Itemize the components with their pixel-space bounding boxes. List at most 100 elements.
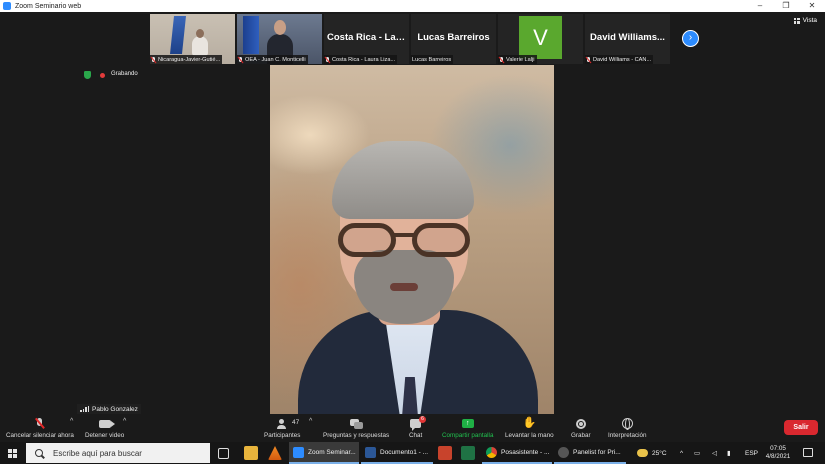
minimize-button[interactable]: –	[747, 0, 773, 12]
participant-thumb-valerie[interactable]: V Valerie Lalji	[498, 14, 583, 64]
audio-options-caret-icon[interactable]: ^	[70, 418, 73, 425]
title-bar: Zoom Seminario web – ❐ ✕	[0, 0, 825, 12]
chat-label: Chat	[409, 432, 423, 439]
record-button[interactable]: Grabar	[571, 417, 591, 439]
taskbar-app-zoom[interactable]: Zoom Seminar...	[289, 442, 359, 464]
active-speaker-name: Pablo Gonzalez	[92, 405, 138, 413]
chevron-right-icon: ›	[688, 32, 693, 43]
input-language[interactable]: ESP	[745, 442, 758, 464]
file-explorer-icon[interactable]	[244, 446, 258, 460]
share-screen-button[interactable]: ↑ Compartir pantalla	[442, 417, 493, 439]
chat-unread-badge: 6	[419, 416, 426, 423]
mic-muted-icon	[586, 56, 591, 63]
recording-icon	[100, 73, 105, 78]
unmute-label: Cancelar silenciar ahora	[6, 432, 74, 439]
participant-name-tag: Lucas Barreiros	[411, 55, 454, 64]
unmute-button[interactable]: Cancelar silenciar ahora	[6, 417, 74, 439]
view-button[interactable]: Vista	[793, 17, 817, 24]
search-icon	[35, 449, 43, 457]
record-label: Grabar	[571, 432, 591, 439]
zoom-logo-icon	[3, 2, 11, 10]
speaker-volume-icon[interactable]: ◁	[712, 442, 717, 464]
stop-video-button[interactable]: Detener video	[85, 417, 124, 439]
weather-temperature: 25°C	[652, 449, 667, 457]
taskbar-app-chrome[interactable]: Posasistente - ...	[482, 442, 552, 464]
participant-thumb-oea[interactable]: OEA - Juan C. Monticelli	[237, 14, 322, 64]
taskbar-search-placeholder: Escribe aquí para buscar	[53, 448, 142, 458]
raise-hand-label: Levantar la mano	[505, 432, 554, 439]
active-speaker-name-tag: Pablo Gonzalez	[77, 404, 141, 414]
system-clock[interactable]: 07:05 4/8/2021	[760, 445, 796, 461]
participant-thumb-costa-rica[interactable]: Costa Rica - Lau... Costa Rica - Laura L…	[324, 14, 409, 64]
participant-name: Costa Rica - Laura Liza...	[332, 56, 396, 63]
maximize-button[interactable]: ❐	[773, 0, 799, 12]
globe-icon	[621, 418, 633, 430]
participant-name: Lucas Barreiros	[412, 56, 452, 63]
battery-icon[interactable]: ▮	[727, 442, 731, 464]
mic-muted-icon	[238, 56, 243, 63]
participants-icon	[276, 418, 288, 429]
flag-image	[170, 16, 186, 54]
participant-name: David Williams - CAN...	[593, 56, 652, 63]
taskbar-app-panelist[interactable]: Panelist for Pri...	[554, 442, 626, 464]
participant-strip: Nicaragua-Javier-Gutié... OEA - Juan C. …	[150, 14, 670, 64]
task-view-icon[interactable]	[218, 448, 229, 459]
participants-options-caret-icon[interactable]: ^	[309, 418, 312, 425]
zoom-app-icon	[293, 446, 304, 458]
speaker-hair	[332, 141, 474, 219]
participant-thumb-lucas[interactable]: Lucas Barreiros Lucas Barreiros	[411, 14, 496, 64]
participant-thumb-david[interactable]: David Williams... David Williams - CAN..…	[585, 14, 670, 64]
participant-name-tag: David Williams - CAN...	[585, 55, 654, 64]
participant-name: OEA - Juan C. Monticelli	[245, 56, 306, 63]
powerpoint-icon[interactable]	[438, 446, 452, 460]
participant-name-tag: Valerie Lalji	[498, 55, 537, 64]
window-controls: – ❐ ✕	[747, 0, 825, 12]
taskbar-search-input[interactable]: Escribe aquí para buscar	[26, 443, 210, 463]
raise-hand-button[interactable]: ✋ Levantar la mano	[505, 417, 554, 440]
participant-name-tag: Costa Rica - Laura Liza...	[324, 55, 398, 64]
avatar: V	[519, 16, 562, 59]
taskbar-app-label: Panelist for Pri...	[573, 448, 621, 456]
leave-button[interactable]: Salir	[784, 420, 818, 435]
taskbar-app-word[interactable]: Documento1 - ...	[361, 442, 433, 464]
participant-thumb-nicaragua[interactable]: Nicaragua-Javier-Gutié...	[150, 14, 235, 64]
flag-image	[243, 16, 259, 54]
close-window-button[interactable]: ✕	[799, 0, 825, 12]
taskbar-app-label: Documento1 - ...	[380, 448, 429, 456]
mic-muted-icon	[151, 56, 156, 63]
word-app-icon	[365, 446, 376, 458]
participant-name-tag: OEA - Juan C. Monticelli	[237, 55, 308, 64]
chrome-app-icon	[486, 446, 497, 458]
view-label: Vista	[802, 17, 817, 24]
tray-chevron-up-icon[interactable]: ^	[680, 442, 683, 464]
participants-label: Participantes	[264, 432, 301, 439]
vlc-icon[interactable]	[268, 446, 282, 460]
shield-icon[interactable]	[84, 71, 91, 79]
clock-date: 4/8/2021	[765, 453, 791, 460]
record-icon	[575, 418, 586, 429]
qa-icon	[349, 418, 363, 429]
windows-start-icon[interactable]	[8, 449, 17, 458]
taskbar-app-label: Zoom Seminar...	[308, 448, 356, 456]
mic-muted-icon	[36, 418, 43, 429]
zoom-window: Zoom Seminario web – ❐ ✕ Nicaragua-Javie…	[0, 0, 825, 464]
excel-icon[interactable]	[461, 446, 475, 460]
video-options-caret-icon[interactable]: ^	[123, 418, 126, 425]
recording-label: Grabando	[111, 71, 138, 77]
notifications-icon[interactable]	[803, 448, 813, 457]
mic-muted-icon	[325, 56, 330, 63]
panelist-app-icon	[558, 446, 569, 458]
participant-name: Nicaragua-Javier-Gutié...	[158, 56, 221, 63]
interpretation-label: Interpretación	[608, 432, 647, 439]
interpretation-button[interactable]: Interpretación	[608, 417, 647, 439]
network-icon[interactable]: ▭	[694, 442, 700, 464]
weather-widget[interactable]: 25°C	[637, 442, 667, 464]
participant-count: 47	[292, 419, 300, 426]
grid-icon	[793, 17, 800, 24]
qa-button[interactable]: Preguntas y respuestas	[323, 417, 389, 439]
window-title: Zoom Seminario web	[15, 2, 82, 10]
next-page-button[interactable]: ›	[682, 30, 699, 47]
participant-display-name: David Williams...	[590, 32, 665, 43]
share-screen-label: Compartir pantalla	[442, 432, 494, 439]
participant-video	[192, 29, 208, 56]
